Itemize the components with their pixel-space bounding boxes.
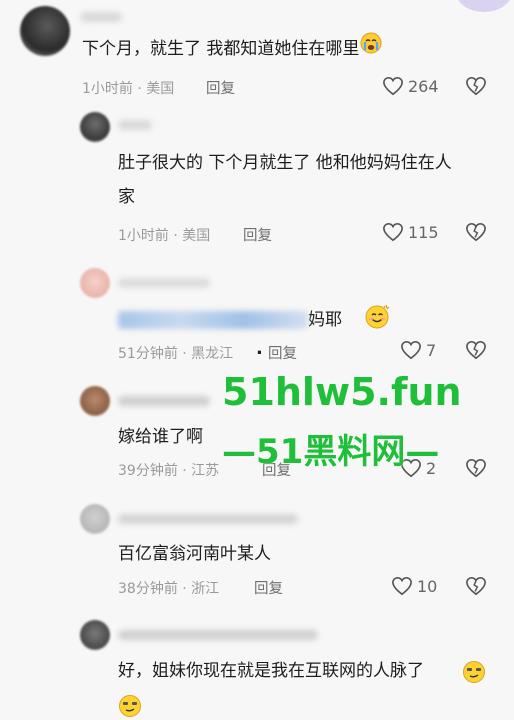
username[interactable] (118, 396, 210, 406)
comment-text-content: 妈耶 (308, 310, 342, 330)
comment-text: 好，姐妹你现在就是我在互联网的人脉了 (118, 654, 424, 688)
username[interactable] (118, 278, 210, 288)
broken-heart-icon[interactable] (465, 222, 487, 242)
avatar[interactable] (80, 268, 110, 298)
separator-dot: . (256, 338, 263, 359)
broken-heart-icon[interactable] (465, 458, 487, 478)
like-count: 7 (426, 341, 437, 360)
reply-button[interactable]: 回复 (254, 577, 283, 598)
like-count: 115 (408, 223, 439, 242)
blurred-text (118, 311, 308, 329)
corner-decoration (456, 0, 512, 12)
like-count: 264 (408, 77, 439, 96)
comment-text-content: 好，姐妹你现在就是我在互联网的人脉了 (118, 661, 424, 681)
comment-meta: 1小时前 · 美国 (118, 228, 211, 244)
avatar[interactable] (80, 386, 110, 416)
comment-meta: 51分钟前 · 黑龙江 (118, 346, 234, 362)
smile-emoji (365, 304, 390, 329)
avatar[interactable] (80, 504, 110, 534)
comment-text-line-1: 肚子很大的 下个月就生了 他和他妈妈住在人 (118, 153, 452, 173)
smirk-emoji (463, 661, 485, 683)
reply-button[interactable]: 回复 (268, 342, 297, 363)
reply-button[interactable]: 回复 (206, 77, 235, 98)
comment-text: 百亿富翁河南叶某人 (118, 544, 271, 564)
heart-icon[interactable] (391, 576, 413, 596)
avatar[interactable] (20, 6, 70, 56)
comment-text: 下个月，就生了 我都知道她住在哪里 (82, 32, 382, 66)
reply-button[interactable]: 回复 (243, 224, 272, 245)
smirk-emoji (119, 695, 141, 717)
comment-meta: 1小时前 · 美国 (82, 81, 175, 97)
watermark-brand: —51黑料网— (222, 432, 440, 472)
crying-emoji (360, 32, 382, 66)
watermark-url: 51hlw5.fun (222, 370, 462, 414)
comment-text: 嫁给谁了啊 (118, 427, 203, 447)
broken-heart-icon[interactable] (465, 576, 487, 596)
heart-icon[interactable] (382, 222, 404, 242)
comment-text: 肚子很大的 下个月就生了 他和他妈妈住在人 家 (118, 146, 452, 214)
username[interactable] (80, 12, 122, 22)
username[interactable] (118, 120, 152, 130)
comment-text-line-2: 家 (118, 187, 135, 207)
avatar[interactable] (80, 620, 110, 650)
comment-text: 妈耶 (118, 303, 342, 337)
broken-heart-icon[interactable] (465, 76, 487, 96)
like-count: 10 (417, 577, 438, 596)
comment-text-content: 下个月，就生了 我都知道她住在哪里 (82, 39, 360, 59)
heart-icon[interactable] (400, 340, 422, 360)
heart-icon[interactable] (382, 76, 404, 96)
avatar[interactable] (80, 112, 110, 142)
username[interactable] (118, 514, 298, 524)
comment-meta: 39分钟前 · 江苏 (118, 463, 220, 479)
broken-heart-icon[interactable] (465, 340, 487, 360)
username[interactable] (118, 630, 318, 640)
comment-meta: 38分钟前 · 浙江 (118, 581, 220, 597)
